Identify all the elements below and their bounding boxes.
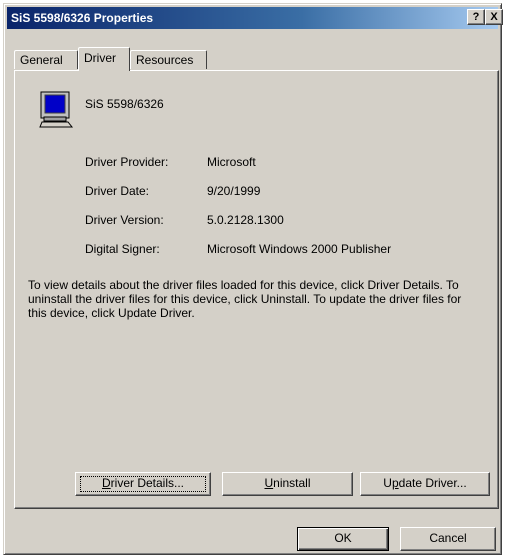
uninstall-mnemonic: U [264,476,274,490]
update-prefix: U [383,476,392,490]
update-mnemonic: p [391,476,399,490]
cancel-button[interactable]: Cancel [400,527,496,551]
digital-signer-value: Microsoft Windows 2000 Publisher [207,242,392,256]
close-button[interactable]: X [485,9,503,25]
tab-general[interactable]: General [14,50,78,69]
tab-general-label: General [20,53,63,67]
driver-version-label: Driver Version: [85,213,164,227]
driver-details-button[interactable]: Driver Details... [75,472,211,496]
ok-label: OK [334,531,352,545]
window-title: SiS 5598/6326 Properties [11,11,154,25]
close-icon: X [490,11,498,23]
tab-resources[interactable]: Resources [130,50,207,69]
tab-driver[interactable]: Driver [78,47,130,71]
driver-help-text: To view details about the driver files l… [28,278,462,320]
update-label: date Driver... [398,476,467,490]
details-label: river Details... [110,476,185,490]
cancel-label: Cancel [429,531,467,545]
help-icon: ? [472,11,480,23]
tab-resources-label: Resources [136,53,194,67]
driver-date-value: 9/20/1999 [207,184,261,198]
update-driver-button[interactable]: Update Driver... [360,472,490,496]
ok-button[interactable]: OK [297,527,389,551]
tab-driver-label: Driver [84,51,116,65]
uninstall-button[interactable]: Uninstall [222,472,353,496]
uninstall-label: ninstall [273,476,311,490]
properties-dialog: SiS 5598/6326 Properties ? X General Dri… [3,3,503,555]
driver-version-value: 5.0.2128.1300 [207,213,284,227]
driver-date-label: Driver Date: [85,184,150,198]
details-mnemonic: D [101,476,111,490]
driver-provider-value: Microsoft [207,155,256,169]
help-button[interactable]: ? [467,9,485,25]
digital-signer-label: Digital Signer: [85,242,160,256]
monitor-icon [39,91,74,128]
title-bar[interactable]: SiS 5598/6326 Properties [7,7,498,29]
driver-tab-panel: SiS 5598/6326 Driver Provider: Microsoft… [14,70,499,509]
device-name: SiS 5598/6326 [85,97,164,111]
driver-provider-label: Driver Provider: [85,155,169,169]
